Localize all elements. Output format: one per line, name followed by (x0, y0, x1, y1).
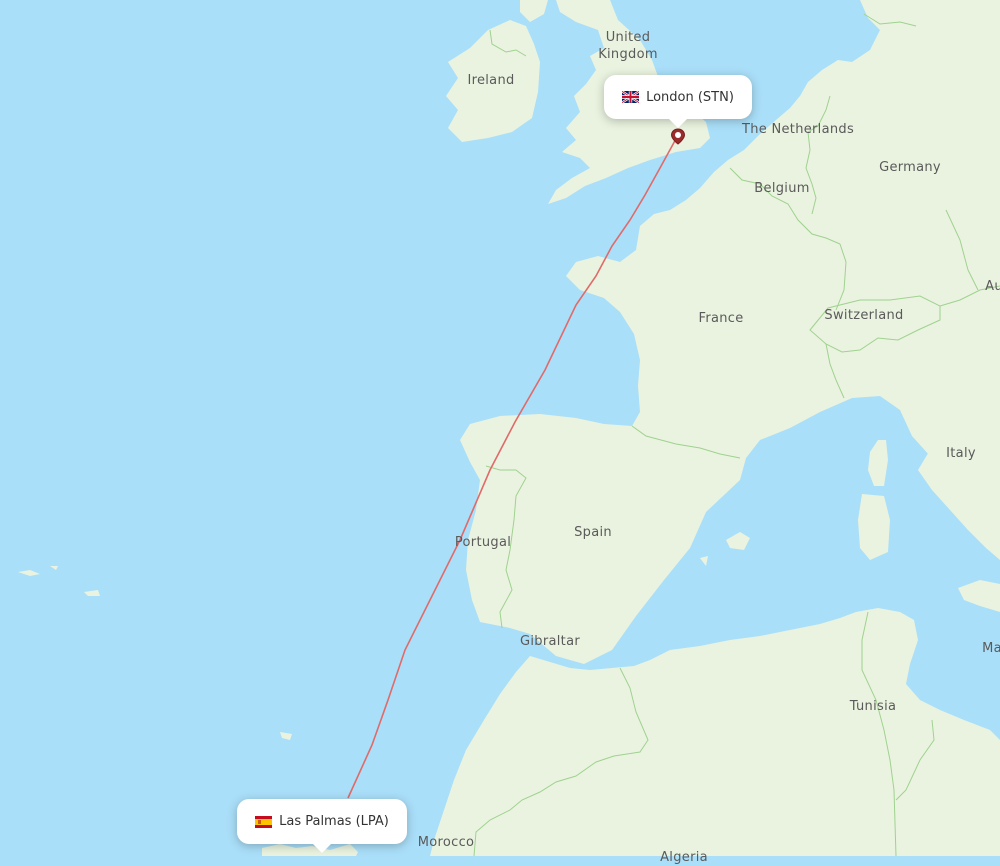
origin-popup[interactable]: London (STN) (604, 75, 752, 128)
country-label-italy: Italy (946, 446, 976, 461)
es-flag-icon (255, 815, 273, 828)
country-label-austria: Au (985, 279, 1000, 294)
country-label-ireland: Ireland (467, 73, 515, 88)
destination-city-label: Las Palmas (LPA) (279, 814, 389, 829)
land-sardinia (858, 494, 890, 560)
country-label-united-kingdom: United Kingdom (598, 29, 658, 63)
country-label-portugal: Portugal (454, 535, 512, 550)
destination-popup[interactable]: Las Palmas (LPA) (237, 799, 407, 853)
country-label-belgium: Belgium (754, 181, 810, 196)
origin-map-pin-icon[interactable] (670, 128, 686, 146)
country-label-spain: Spain (574, 525, 612, 540)
country-label-switzerland: Switzerland (824, 308, 904, 323)
country-label-france: France (698, 311, 744, 326)
country-label-algeria: Algeria (660, 850, 708, 865)
origin-city-label: London (STN) (646, 89, 734, 105)
label-text: United Kingdom (598, 30, 658, 62)
country-label-tunisia: Tunisia (849, 699, 897, 714)
country-label-morocco: Morocco (417, 835, 475, 850)
gb-flag-icon (622, 91, 640, 103)
country-label-gibraltar: Gibraltar (520, 634, 580, 649)
country-label-germany: Germany (879, 160, 941, 175)
country-label-netherlands: The Netherlands (741, 122, 855, 137)
country-label-malta: Ma (982, 641, 1000, 656)
